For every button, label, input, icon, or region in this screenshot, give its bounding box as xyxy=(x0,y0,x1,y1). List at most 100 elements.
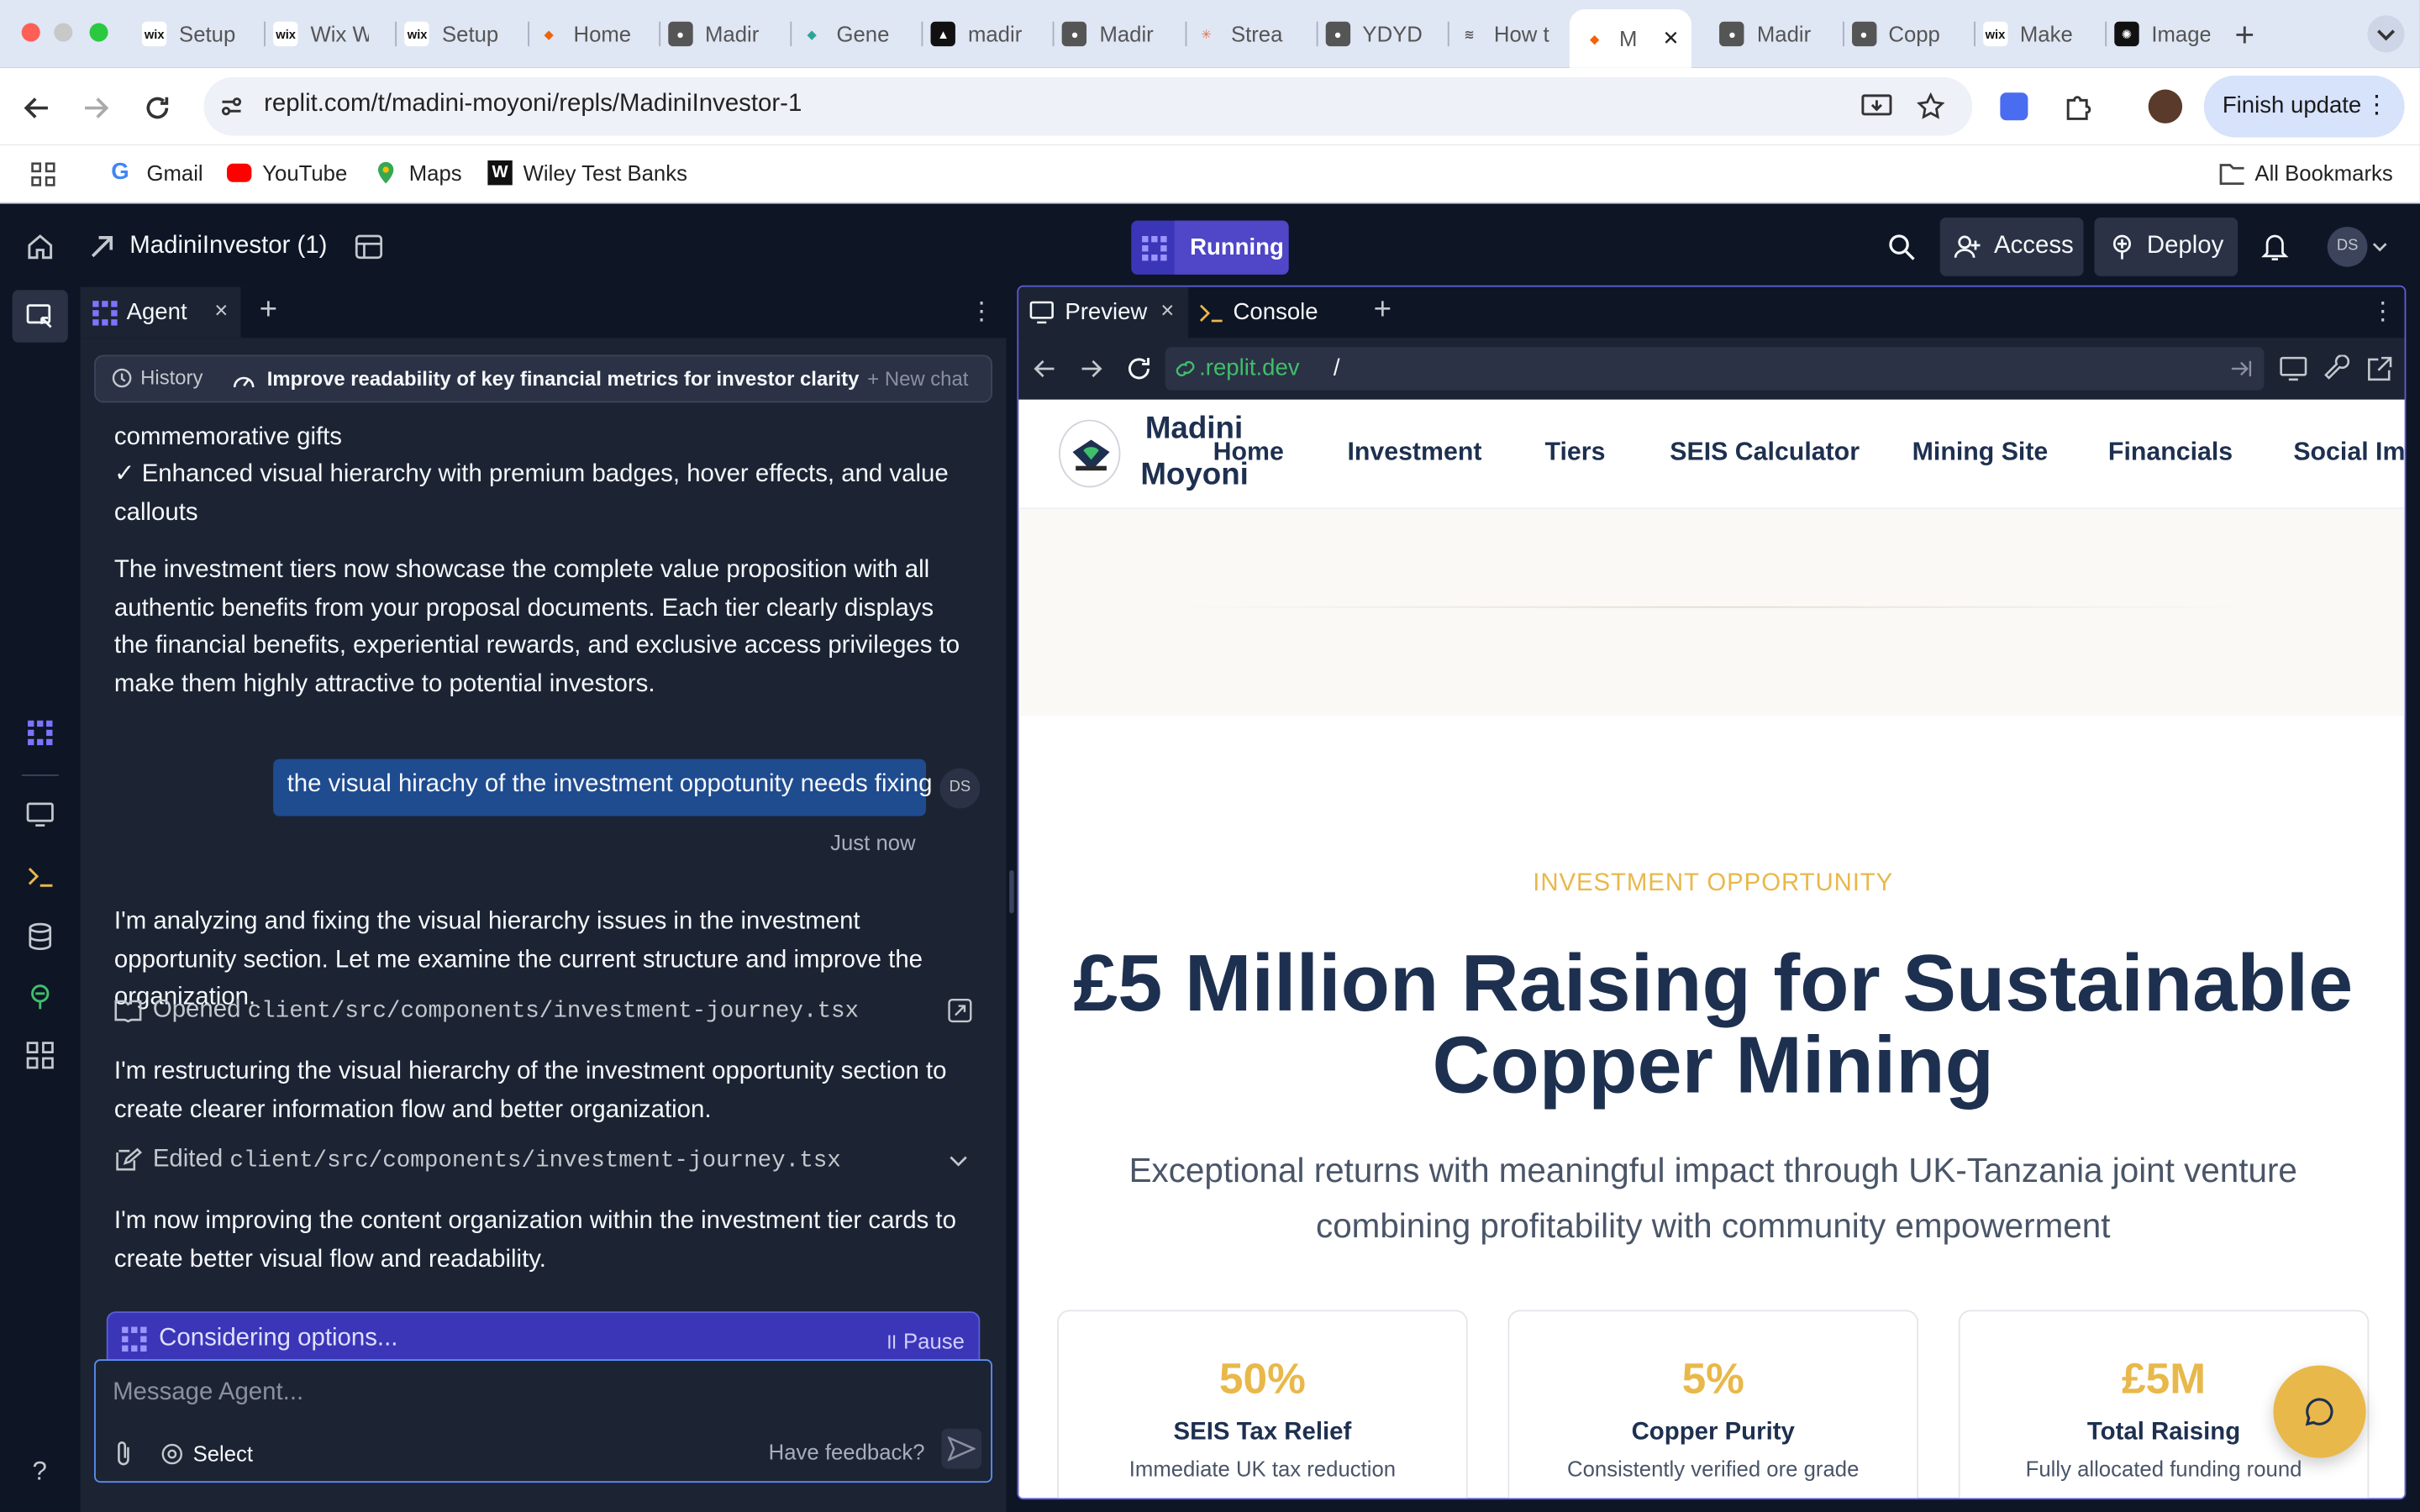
home-icon[interactable] xyxy=(26,233,54,260)
deployments-icon[interactable] xyxy=(26,983,54,1011)
pause-button[interactable]: ॥ Pause xyxy=(884,1327,964,1357)
minimize-window-button[interactable] xyxy=(54,23,73,42)
search-icon[interactable] xyxy=(1887,233,1915,260)
agent-menu-icon[interactable]: ⋮ xyxy=(969,297,993,328)
extension-icon[interactable] xyxy=(2000,92,2028,121)
apps-grid-icon[interactable] xyxy=(31,162,55,186)
browser-tab[interactable]: wix Setup xyxy=(141,13,238,55)
nav-home[interactable]: Home xyxy=(1213,438,1284,468)
browser-tab[interactable]: ● Copp xyxy=(1851,13,1947,55)
browser-tab[interactable]: wix Setup xyxy=(404,13,501,55)
open-new-window-icon[interactable] xyxy=(2366,354,2394,382)
bookmark-youtube[interactable]: YouTube xyxy=(226,160,347,185)
finish-update-button[interactable]: Finish update ⋮ xyxy=(2203,75,2405,138)
browser-tab[interactable]: ◆ Home xyxy=(536,13,632,55)
agent-tool-icon[interactable] xyxy=(26,719,54,747)
workspace-tool-button[interactable] xyxy=(12,290,68,343)
forward-arrow-icon[interactable] xyxy=(1079,358,1103,380)
tab-preview[interactable]: Preview × xyxy=(1018,286,1189,339)
nav-financials[interactable]: Financials xyxy=(2108,438,2233,468)
close-tab-icon[interactable]: × xyxy=(214,297,228,323)
all-bookmarks-button[interactable]: All Bookmarks xyxy=(2219,160,2393,185)
bookmark-wiley[interactable]: W Wiley Test Banks xyxy=(487,160,687,186)
console-prompt-icon[interactable] xyxy=(26,864,54,889)
site-logo[interactable] xyxy=(1058,419,1121,488)
preview-menu-icon[interactable]: ⋮ xyxy=(2370,297,2395,328)
browser-tab[interactable]: ● Madir xyxy=(1062,13,1158,55)
chevron-down-icon[interactable] xyxy=(2372,239,2387,255)
opened-file-action[interactable]: Opened client/src/components/investment-… xyxy=(114,994,972,1027)
all-tools-grid-icon[interactable] xyxy=(26,1042,54,1069)
feedback-link[interactable]: Have feedback? xyxy=(769,1440,925,1464)
bookmark-star-icon[interactable] xyxy=(1917,92,1945,120)
profile-avatar[interactable] xyxy=(2148,89,2183,123)
go-arrow-icon[interactable] xyxy=(2230,360,2252,378)
browser-tab[interactable]: ✳ Strea xyxy=(1194,13,1290,55)
extensions-puzzle-icon[interactable] xyxy=(2062,91,2093,122)
nav-seis-calculator[interactable]: SEIS Calculator xyxy=(1670,438,1860,468)
message-input[interactable]: Message Agent... xyxy=(113,1379,303,1407)
close-tab-icon[interactable]: × xyxy=(1160,297,1174,323)
new-tab-button[interactable]: + xyxy=(2235,15,2255,55)
install-app-icon[interactable] xyxy=(1861,92,1892,120)
preview-address-field[interactable]: .replit.dev / xyxy=(1165,347,2265,391)
tab-search-button[interactable] xyxy=(2367,15,2405,53)
maximize-window-button[interactable] xyxy=(89,23,108,42)
tab-title: How t xyxy=(1493,21,1549,47)
project-name[interactable]: MadiniInvestor (1) xyxy=(129,233,327,260)
device-monitor-icon[interactable] xyxy=(2280,356,2307,381)
run-status-button[interactable]: Running xyxy=(1131,220,1289,275)
nav-social-impact[interactable]: Social Imp xyxy=(2293,438,2404,468)
browser-tab[interactable]: ◆ M ✕ xyxy=(1570,9,1692,68)
browser-tab[interactable]: ● Madir xyxy=(1719,13,1816,55)
history-button[interactable]: History xyxy=(111,365,203,389)
browser-tab[interactable]: wix Wix W xyxy=(273,13,369,55)
nav-tiers[interactable]: Tiers xyxy=(1545,438,1606,468)
reload-icon[interactable] xyxy=(142,92,173,123)
nav-investment[interactable]: Investment xyxy=(1347,438,1481,468)
reload-icon[interactable] xyxy=(1125,354,1153,382)
tab-separator xyxy=(921,21,923,47)
bookmarks-bar: G Gmail YouTube Maps W Wiley Test Banks Al… xyxy=(0,144,2420,204)
chat-widget-button[interactable] xyxy=(2273,1365,2366,1458)
agent-tab[interactable]: Agent × xyxy=(80,286,241,339)
address-bar[interactable]: replit.com/t/madini-moyoni/repls/MadiniI… xyxy=(203,76,1973,136)
close-window-button[interactable] xyxy=(21,23,40,42)
bookmark-maps[interactable]: Maps xyxy=(373,160,462,185)
back-arrow-icon[interactable] xyxy=(1033,358,1057,380)
deploy-button[interactable]: Deploy xyxy=(2094,217,2238,276)
new-chat-button[interactable]: + New chat xyxy=(867,367,968,391)
edited-file-action[interactable]: Edited client/src/components/investment-… xyxy=(114,1143,972,1177)
close-tab-icon[interactable]: ✕ xyxy=(1662,26,1679,50)
browser-tab[interactable]: wix Make xyxy=(1982,13,2079,55)
select-element-button[interactable]: Select xyxy=(160,1441,253,1466)
chevron-down-icon[interactable] xyxy=(948,1149,970,1171)
edit-file-icon xyxy=(116,1147,142,1171)
attachment-clip-icon[interactable] xyxy=(113,1440,134,1467)
open-file-icon[interactable] xyxy=(948,998,972,1023)
preview-monitor-icon[interactable] xyxy=(26,802,54,827)
forward-arrow-icon[interactable] xyxy=(81,92,112,123)
browser-tab[interactable]: ▲ madir xyxy=(930,13,1027,55)
browser-tab[interactable]: ≋ How t xyxy=(1457,13,1553,55)
access-button[interactable]: Access xyxy=(1939,217,2084,276)
tab-console[interactable]: Console xyxy=(1192,287,1361,339)
add-tab-button[interactable]: + xyxy=(260,293,277,328)
panel-resize-handle[interactable] xyxy=(1009,869,1014,914)
back-arrow-icon[interactable] xyxy=(22,92,53,123)
devtools-wrench-icon[interactable] xyxy=(2324,354,2352,382)
nav-mining-site[interactable]: Mining Site xyxy=(1912,438,2049,468)
bookmark-gmail[interactable]: G Gmail xyxy=(111,160,203,185)
user-avatar[interactable]: DS xyxy=(2327,226,2368,267)
database-icon[interactable] xyxy=(28,922,52,950)
help-question-icon[interactable]: ? xyxy=(28,1457,52,1484)
browser-tab[interactable]: ● Madir xyxy=(667,13,764,55)
send-button[interactable] xyxy=(941,1428,982,1469)
database-table-icon[interactable] xyxy=(355,233,383,260)
browser-tab[interactable]: ◆ Gene xyxy=(799,13,895,55)
site-settings-icon[interactable] xyxy=(219,94,244,118)
browser-tab[interactable]: ✺ Image xyxy=(2114,13,2210,55)
browser-tab[interactable]: ● YDYD xyxy=(1325,13,1421,55)
add-tab-button[interactable]: + xyxy=(1374,293,1392,328)
notification-bell-icon[interactable] xyxy=(2261,232,2289,263)
